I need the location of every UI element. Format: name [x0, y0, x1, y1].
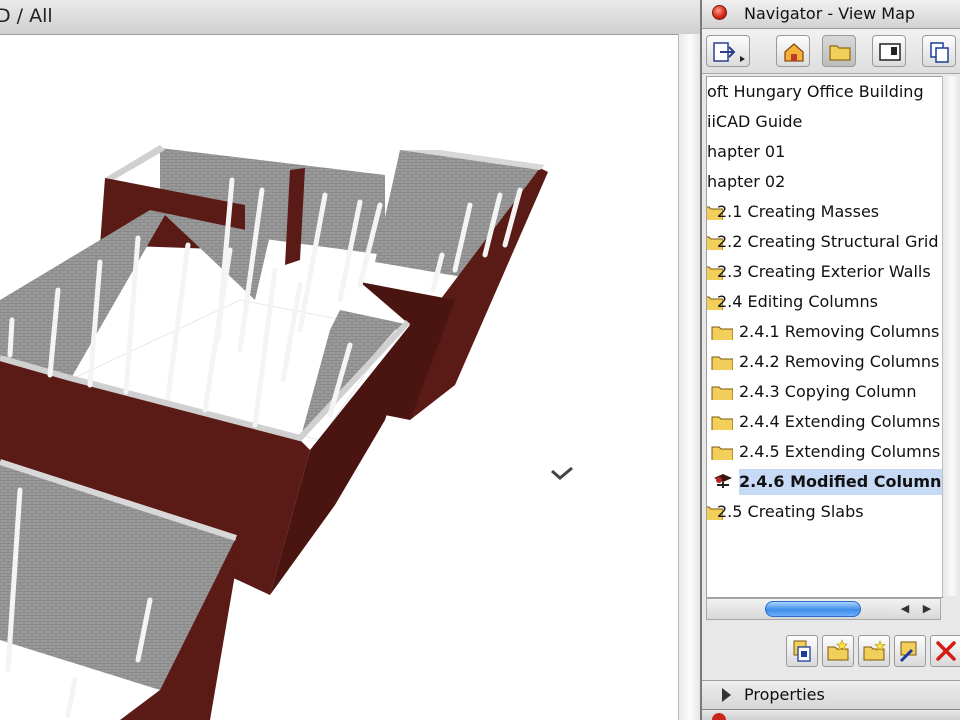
tree-item-label: 2.5 Creating Slabs [717, 502, 864, 521]
view-map-button[interactable] [822, 35, 856, 67]
3d-model-view[interactable] [0, 34, 678, 720]
navigator-toolbar [702, 29, 960, 74]
disclosure-triangle-icon[interactable] [722, 688, 731, 702]
tree-item-label: 2.2 Creating Structural Grid [717, 232, 939, 251]
mouse-cursor-icon [551, 466, 573, 480]
publish-button[interactable] [706, 35, 750, 67]
tree-item-label: oft Hungary Office Building [707, 82, 924, 101]
folder-icon [711, 386, 733, 400]
tree-item[interactable]: 2.4.5 Extending Columns [707, 439, 942, 465]
project-map-icon [784, 43, 804, 62]
3d-window-scrollbar[interactable] [678, 34, 700, 720]
tree-item-label: 2.1 Creating Masses [717, 202, 880, 221]
publisher-sets-icon [930, 42, 949, 63]
tree-item[interactable]: oft Hungary Office Building [707, 79, 942, 105]
tree-item-label: 2.4.2 Removing Columns [739, 352, 940, 371]
new-folder-icon [827, 639, 849, 661]
delete-button[interactable] [930, 635, 960, 667]
properties-section[interactable]: Properties [702, 680, 960, 709]
scroll-left-icon[interactable]: ◀ [897, 601, 913, 617]
tree-item[interactable]: 2.4.4 Extending Columns [707, 409, 942, 435]
properties-label: Properties [744, 685, 825, 704]
delete-icon [936, 641, 956, 661]
folder-icon [711, 356, 733, 370]
tree-item-label: hapter 01 [707, 142, 786, 161]
tree-item[interactable]: 2.4.6 Modified Columns [707, 469, 942, 495]
tree-item-label: 2.4.6 Modified Columns [739, 469, 942, 495]
3d-view-icon [714, 474, 732, 488]
3d-window[interactable]: D / All [0, 0, 700, 720]
tree-item[interactable]: 2.2 Creating Structural Grid [707, 229, 942, 255]
layout-book-button[interactable] [872, 35, 906, 67]
scroll-thumb[interactable] [765, 601, 861, 617]
tree-item[interactable]: 2.3 Creating Exterior Walls [707, 259, 942, 285]
tree-item-label: 2.4.5 Extending Columns [739, 442, 941, 461]
close-icon[interactable] [712, 713, 726, 720]
new-folder-button[interactable] [822, 635, 854, 667]
navigator-palette: Navigator - View Map oft Hungary Office … [700, 0, 960, 720]
tree-horizontal-scrollbar[interactable]: ◀ ▶ [706, 598, 941, 620]
view-map-tree[interactable]: oft Hungary Office Building iiCAD Guide ha… [706, 76, 943, 598]
tree-item[interactable]: hapter 01 [707, 139, 942, 165]
project-map-button[interactable] [776, 35, 810, 67]
folder-icon [711, 326, 733, 340]
settings-button[interactable] [894, 635, 926, 667]
navigator-titlebar[interactable]: Navigator - View Map [702, 0, 960, 29]
tree-item-label: 2.3 Creating Exterior Walls [717, 262, 931, 281]
close-icon[interactable] [712, 5, 727, 20]
tree-item[interactable]: 2.4.3 Copying Column [707, 379, 942, 405]
3d-window-titlebar[interactable]: D / All [0, 0, 700, 35]
tree-item-label: 2.4.3 Copying Column [739, 382, 917, 401]
tree-item[interactable]: iiCAD Guide [707, 109, 942, 135]
publish-arrow-icon [713, 42, 745, 62]
navigator-bottom-toolbar [702, 630, 960, 674]
clone-folder-button[interactable] [858, 635, 890, 667]
tree-scrollbar[interactable] [942, 76, 960, 596]
tree-item[interactable]: 2.1 Creating Masses [707, 199, 942, 225]
wall-top [105, 145, 165, 182]
new-view-icon [793, 640, 811, 662]
clone-folder-icon [863, 640, 886, 661]
scroll-right-icon[interactable]: ▶ [919, 601, 935, 617]
tree-item-label: 2.4.4 Extending Columns [739, 412, 941, 431]
layout-book-icon [879, 43, 901, 61]
navigator-title: Navigator - View Map [744, 4, 916, 23]
folder-icon [711, 416, 733, 430]
publisher-sets-button[interactable] [922, 35, 956, 67]
tree-item[interactable]: 2.4.1 Removing Columns [707, 319, 942, 345]
next-palette-titlebar[interactable] [702, 709, 960, 720]
tree-item-label: hapter 02 [707, 172, 786, 191]
tree-item-label: iiCAD Guide [707, 112, 803, 131]
settings-icon [899, 641, 917, 663]
tree-item[interactable]: 2.5 Creating Slabs [707, 499, 942, 525]
new-view-button[interactable] [786, 635, 818, 667]
3d-window-title: D / All [0, 5, 53, 27]
view-map-icon [829, 45, 851, 61]
tree-item[interactable]: 2.4.2 Removing Columns [707, 349, 942, 375]
tree-item[interactable]: 2.4 Editing Columns [707, 289, 942, 315]
tree-item-label: 2.4 Editing Columns [717, 292, 878, 311]
folder-icon [711, 446, 733, 460]
tree-item-label: 2.4.1 Removing Columns [739, 322, 940, 341]
tree-item[interactable]: hapter 02 [707, 169, 942, 195]
